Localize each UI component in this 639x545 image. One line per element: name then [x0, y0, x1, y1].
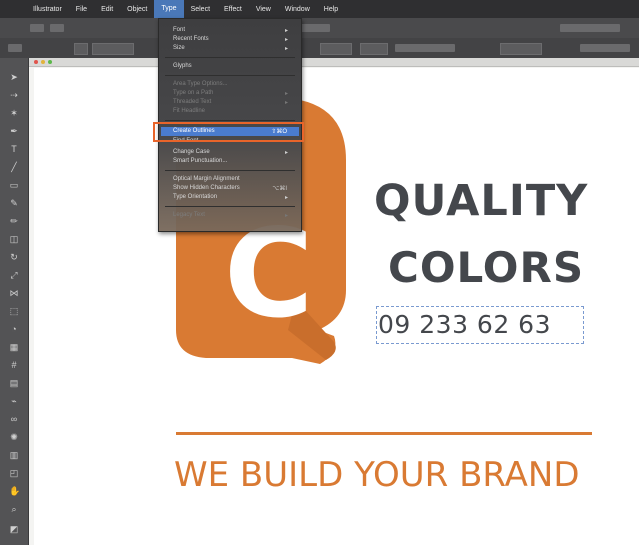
menu-item-smart-punctuation[interactable]: Smart Punctuation... — [173, 158, 227, 164]
menu-item-legacy-text: Legacy Text — [173, 212, 205, 218]
menu-item-font[interactable]: Font — [173, 27, 185, 33]
menu-item-threaded-text: Threaded Text — [173, 99, 212, 105]
tagline-text[interactable]: WE BUILD YOUR BRAND — [174, 455, 580, 495]
headline-quality[interactable]: QUALITY — [374, 176, 588, 226]
submenu-arrow-icon: ▸ — [285, 100, 289, 106]
phone-number-text[interactable]: 09 233 62 63 — [378, 310, 551, 339]
menu-item-glyphs[interactable]: Glyphs — [173, 63, 192, 69]
submenu-arrow-icon: ▸ — [285, 213, 289, 219]
submenu-arrow-icon: ▸ — [285, 28, 289, 34]
submenu-arrow-icon: ▸ — [285, 195, 289, 201]
submenu-arrow-icon: ▸ — [285, 150, 289, 156]
menu-item-type-orientation[interactable]: Type Orientation — [173, 194, 217, 200]
menu-separator — [165, 170, 295, 171]
menu-item-recent-fonts[interactable]: Recent Fonts — [173, 36, 209, 42]
menu-item-fit-headline: Fit Headline — [173, 108, 206, 114]
menu-separator — [165, 75, 295, 76]
menu-item-area-type-options: Area Type Options... — [173, 81, 228, 87]
submenu-arrow-icon: ▸ — [285, 37, 289, 43]
menu-item-type-on-a-path: Type on a Path — [173, 90, 214, 96]
headline-colors[interactable]: COLORS — [388, 243, 584, 292]
orange-divider-line[interactable] — [176, 432, 592, 435]
show-hidden-characters-shortcut: ⌥⌘I — [272, 186, 287, 192]
menu-separator — [165, 120, 295, 121]
menu-separator — [165, 57, 295, 58]
menu-separator — [165, 206, 295, 207]
menu-item-change-case[interactable]: Change Case — [173, 149, 210, 155]
menu-item-size[interactable]: Size — [173, 45, 185, 51]
menu-item-optical-margin-alignment[interactable]: Optical Margin Alignment — [173, 176, 240, 182]
submenu-arrow-icon: ▸ — [285, 91, 289, 97]
submenu-arrow-icon: ▸ — [285, 46, 289, 52]
create-outlines-callout-box — [153, 122, 304, 142]
menu-item-show-hidden-characters[interactable]: Show Hidden Characters — [173, 185, 240, 191]
